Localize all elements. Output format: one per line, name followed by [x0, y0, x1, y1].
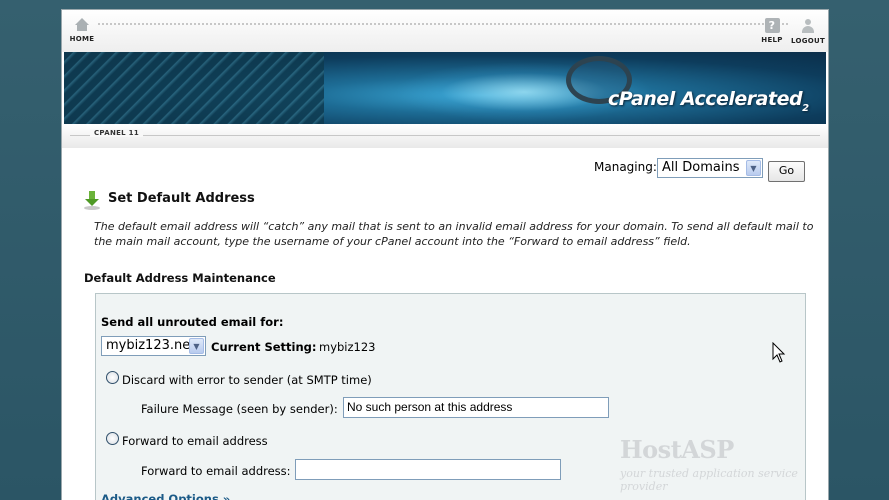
hostasp-watermark: HostASP your trusted application service…	[620, 435, 798, 493]
help-label: HELP	[761, 36, 783, 44]
managing-domain-select[interactable]: All Domains ▼	[657, 158, 763, 178]
help-link[interactable]: ? HELP	[759, 18, 785, 44]
breadcrumb[interactable]: CPANEL 11	[90, 129, 144, 137]
forward-address-field[interactable]	[295, 459, 561, 480]
discard-radio-label[interactable]: Discard with error to sender (at SMTP ti…	[122, 373, 372, 387]
page-description: The default email address will “catch” a…	[94, 220, 814, 248]
failure-message-field[interactable]: No such person at this address	[343, 397, 609, 418]
banner-cables-graphic	[64, 52, 324, 124]
breadcrumb-bar: CPANEL 11	[62, 124, 828, 148]
logout-link[interactable]: LOGOUT	[791, 18, 825, 45]
failure-message-label: Failure Message (seen by sender):	[141, 402, 338, 416]
chevron-down-icon[interactable]: ▼	[189, 338, 204, 354]
managing-label: Managing:	[594, 160, 657, 174]
mouse-cursor-icon	[772, 342, 786, 363]
domain-select[interactable]: mybiz123.net ▼	[101, 336, 206, 356]
send-unrouted-label: Send all unrouted email for:	[101, 315, 284, 329]
current-setting-label: Current Setting:	[211, 340, 317, 354]
chevron-down-icon[interactable]: ▼	[746, 160, 761, 176]
domain-selected-value: mybiz123.net	[106, 338, 196, 353]
page-title: Set Default Address	[108, 191, 255, 206]
user-icon	[801, 18, 815, 34]
home-icon	[75, 18, 89, 31]
toolbar-divider	[98, 23, 788, 25]
current-setting-value: mybiz123	[319, 340, 376, 354]
top-toolbar: HOME ? HELP LOGOUT	[62, 10, 828, 52]
forward-radio[interactable]	[106, 432, 119, 445]
cpanel-banner: cPanel Accelerated2	[64, 52, 826, 124]
home-link[interactable]: HOME	[68, 18, 96, 43]
section-title: Default Address Maintenance	[84, 271, 276, 285]
cpanel-logo-text: cPanel Accelerated2	[608, 88, 809, 114]
forward-address-label: Forward to email address:	[141, 464, 291, 478]
home-label: HOME	[69, 35, 95, 43]
cpanel-window: HOME ? HELP LOGOUT cPanel Accelerated2 C…	[61, 9, 829, 500]
go-button[interactable]: Go	[768, 161, 805, 182]
discard-radio[interactable]	[106, 371, 119, 384]
advanced-options-link[interactable]: Advanced Options »	[101, 492, 230, 500]
managing-selected-value: All Domains	[662, 160, 740, 175]
logout-label: LOGOUT	[791, 37, 826, 45]
help-icon: ?	[764, 18, 780, 33]
download-arrow-icon	[84, 191, 100, 211]
forward-radio-label[interactable]: Forward to email address	[122, 434, 268, 448]
